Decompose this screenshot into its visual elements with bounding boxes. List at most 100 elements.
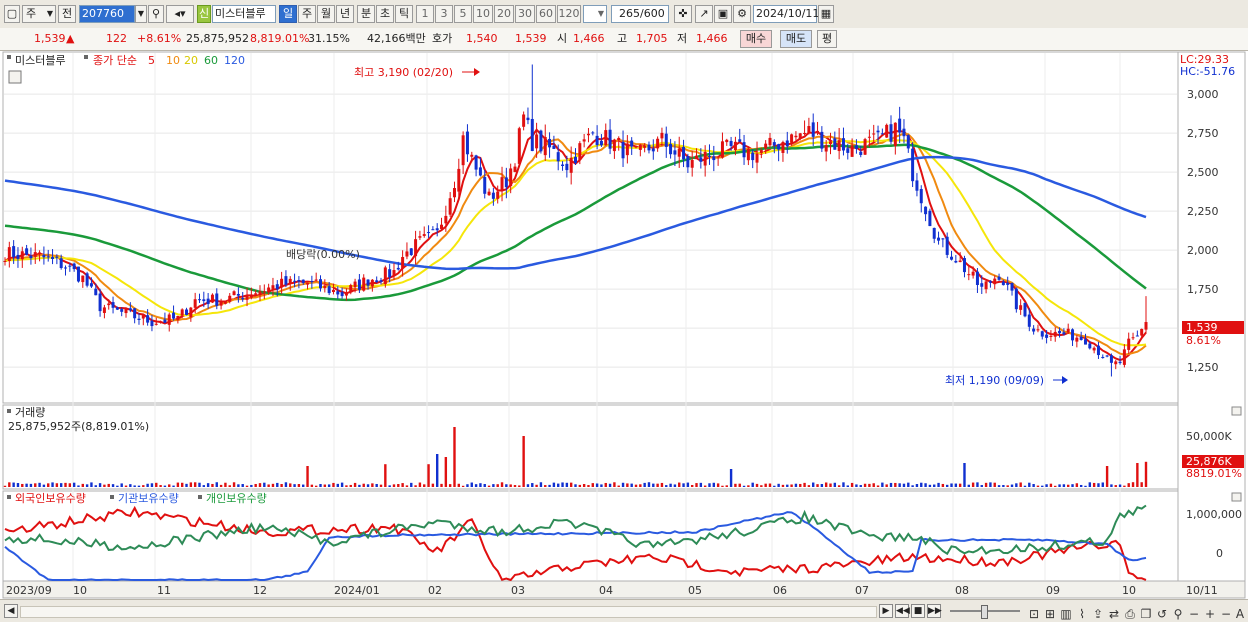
interval-30[interactable]: 30 bbox=[515, 5, 535, 23]
volume-bar bbox=[1054, 485, 1057, 487]
candle-body bbox=[1058, 330, 1062, 334]
volume-bar bbox=[941, 483, 945, 487]
scroll-left-icon[interactable]: ◀ bbox=[4, 604, 18, 618]
grid-toggle-icon[interactable]: ⊞ bbox=[1042, 606, 1058, 622]
indicator-icon[interactable]: ✜ bbox=[674, 5, 692, 23]
volume-bar bbox=[1110, 484, 1113, 487]
table-toggle-icon[interactable] bbox=[8, 70, 22, 84]
volume-bar bbox=[725, 485, 728, 487]
volume-panel[interactable] bbox=[2, 404, 1179, 490]
volume-bar bbox=[289, 483, 292, 487]
volume-bar bbox=[660, 482, 664, 487]
save-icon[interactable]: ▣ bbox=[714, 5, 732, 23]
volume-bar bbox=[51, 482, 54, 487]
interval-1[interactable]: 1 bbox=[416, 5, 434, 23]
zoom-out-icon[interactable]: − bbox=[1186, 606, 1202, 622]
volume-bar bbox=[483, 484, 486, 487]
volume-bar bbox=[1049, 483, 1053, 487]
period-year[interactable]: 년 bbox=[336, 5, 354, 23]
window-icon[interactable]: ▢ bbox=[4, 5, 20, 23]
volume-bar bbox=[682, 483, 685, 487]
candle-body bbox=[885, 124, 889, 138]
interval-custom-input[interactable]: ▼ bbox=[583, 5, 607, 23]
period-month[interactable]: 월 bbox=[317, 5, 335, 23]
code-dropdown-icon[interactable]: ▼ bbox=[135, 5, 147, 23]
interval-120[interactable]: 120 bbox=[557, 5, 581, 23]
candle-body bbox=[937, 237, 941, 241]
holder-panel[interactable] bbox=[2, 490, 1179, 582]
chart-area[interactable]: 3,0002,7502,5002,2502,0001,7501,5001,250… bbox=[0, 50, 1248, 599]
sound-icon[interactable]: ◂▾ bbox=[166, 5, 194, 23]
institution-bullet-icon bbox=[110, 495, 114, 499]
font-size-icon[interactable]: A bbox=[1232, 606, 1248, 622]
volume-bar bbox=[81, 483, 84, 487]
volume-bar bbox=[565, 482, 569, 487]
volume-bar bbox=[582, 484, 586, 487]
candle-body bbox=[293, 280, 297, 282]
zoom-icon[interactable]: ⚲ bbox=[1170, 606, 1186, 622]
print-icon[interactable]: ⎙ bbox=[1122, 606, 1138, 622]
prev-button[interactable]: 전 bbox=[58, 5, 76, 23]
calendar-icon[interactable]: ▦ bbox=[818, 5, 834, 23]
candle-body bbox=[526, 117, 530, 121]
reset-icon[interactable]: ↺ bbox=[1154, 606, 1170, 622]
candle-body bbox=[1088, 343, 1092, 349]
period-day[interactable]: 일 bbox=[279, 5, 297, 23]
volume-bar bbox=[794, 483, 798, 487]
buy-button[interactable]: 매수 bbox=[740, 30, 772, 48]
volume-bar bbox=[366, 484, 370, 487]
gear-icon[interactable]: ⚙ bbox=[733, 5, 751, 23]
candle-body bbox=[383, 267, 387, 285]
volume-panel-close-icon[interactable] bbox=[1231, 406, 1242, 416]
price-panel[interactable] bbox=[2, 51, 1179, 404]
candle-body bbox=[42, 254, 46, 258]
legend-ma10: 10 bbox=[166, 54, 180, 67]
volume-bar bbox=[319, 484, 322, 487]
period-tick[interactable]: 틱 bbox=[395, 5, 413, 23]
code-input[interactable]: 207760 bbox=[79, 5, 135, 23]
candle-body bbox=[418, 236, 422, 238]
interval-5[interactable]: 5 bbox=[454, 5, 472, 23]
volume-bar bbox=[950, 483, 953, 487]
candle-body bbox=[535, 134, 539, 149]
count-field[interactable]: 265/600 bbox=[611, 5, 669, 23]
bar-toggle-icon[interactable]: ▥ bbox=[1058, 606, 1074, 622]
interval-3[interactable]: 3 bbox=[435, 5, 453, 23]
compare-icon[interactable]: ⇄ bbox=[1106, 606, 1122, 622]
line-toggle-icon[interactable]: ⌇ bbox=[1074, 606, 1090, 622]
interval-10[interactable]: 10 bbox=[473, 5, 493, 23]
candle-body bbox=[1006, 282, 1010, 285]
stop-icon[interactable]: ■ bbox=[911, 604, 925, 618]
volume-bar bbox=[807, 485, 811, 487]
period-second[interactable]: 초 bbox=[376, 5, 394, 23]
market-select[interactable]: 주 ▼ bbox=[22, 5, 56, 23]
zoom-in-icon[interactable]: + bbox=[1202, 606, 1218, 622]
eval-button[interactable]: 평 bbox=[817, 30, 837, 48]
forward-icon[interactable]: ▶▶ bbox=[927, 604, 942, 618]
volume-bar bbox=[842, 482, 845, 487]
copy-icon[interactable]: ❐ bbox=[1138, 606, 1154, 622]
holder-panel-close-icon[interactable] bbox=[1231, 492, 1242, 502]
interval-60[interactable]: 60 bbox=[536, 5, 556, 23]
candle-body bbox=[651, 148, 655, 152]
volume-bar bbox=[302, 484, 305, 487]
period-minute[interactable]: 분 bbox=[357, 5, 375, 23]
date-input[interactable]: 2024/10/11 bbox=[753, 5, 819, 23]
scroll-track[interactable] bbox=[20, 606, 877, 618]
candle-body bbox=[1010, 283, 1014, 291]
zoom-slider-thumb[interactable] bbox=[981, 605, 988, 619]
draw-tool-icon[interactable]: ↗ bbox=[695, 5, 713, 23]
candle-body bbox=[850, 145, 854, 157]
volume-bar bbox=[353, 482, 357, 487]
search-icon[interactable]: ⚲ bbox=[148, 5, 164, 23]
candle-body bbox=[1118, 361, 1122, 364]
interval-20[interactable]: 20 bbox=[494, 5, 514, 23]
y-tick-label: 3,000 bbox=[1187, 88, 1219, 101]
rewind-icon[interactable]: ◀◀ bbox=[895, 604, 910, 618]
export-icon[interactable]: ⇪ bbox=[1090, 606, 1106, 622]
sell-button[interactable]: 매도 bbox=[780, 30, 812, 48]
candle-body bbox=[556, 152, 560, 162]
scroll-right-icon[interactable]: ▶ bbox=[879, 604, 893, 618]
layout-icon[interactable]: ⊡ bbox=[1026, 606, 1042, 622]
period-week[interactable]: 주 bbox=[298, 5, 316, 23]
